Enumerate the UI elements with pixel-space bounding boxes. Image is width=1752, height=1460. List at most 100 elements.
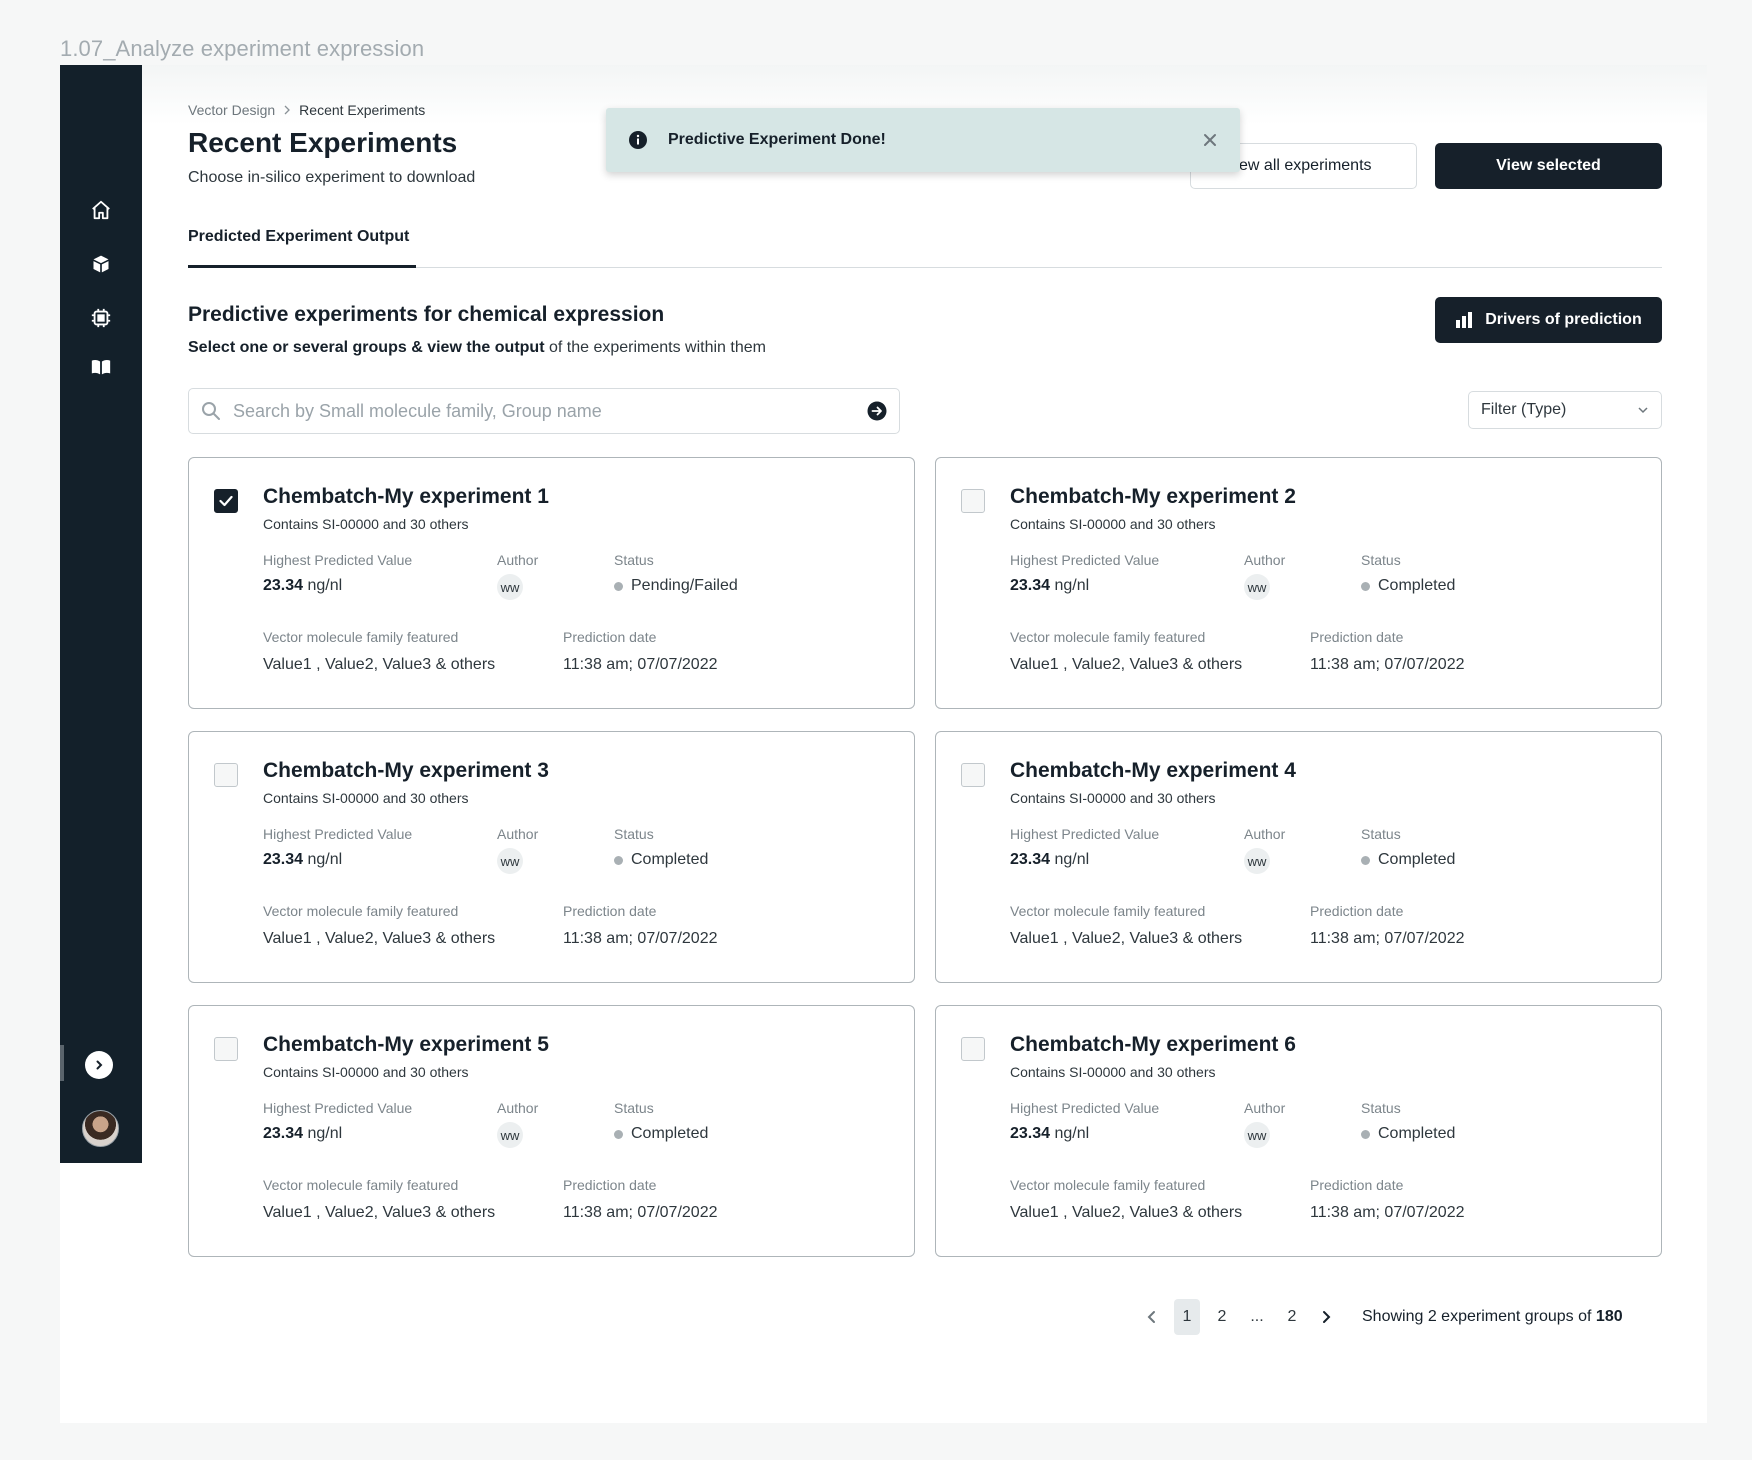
status-label: Status [614,1100,654,1116]
highest-value-label: Highest Predicted Value [263,826,413,842]
prediction-date: 11:38 am; 07/07/2022 [1310,930,1465,947]
highest-value: 23.34 ng/nl [1010,577,1089,595]
bar-chart-icon [1456,312,1473,328]
status-text: Completed [1378,851,1456,868]
family-label: Vector molecule family featured [263,903,459,919]
toast-notification: Predictive Experiment Done! [606,108,1240,172]
highest-value-label: Highest Predicted Value [1010,1100,1160,1116]
status-badge: Pending/Failed [614,577,738,595]
breadcrumb: Vector Design Recent Experiments [188,102,425,118]
close-icon[interactable] [1202,132,1218,148]
cube-icon[interactable] [84,247,118,281]
status-dot [1361,855,1370,865]
prediction-date: 11:38 am; 07/07/2022 [563,930,718,947]
pagination: 1 2 ... 2 Showing 2 experiment groups of… [1140,1299,1623,1335]
status-dot [1361,581,1370,591]
page-ellipsis: ... [1250,1308,1264,1325]
highest-value-unit: ng/nl [303,851,343,868]
drivers-of-prediction-button[interactable]: Drivers of prediction [1435,297,1662,343]
highest-value: 23.34 ng/nl [263,577,342,595]
page-1-button[interactable]: 1 [1174,1299,1200,1335]
card-subtitle: Contains SI-00000 and 30 others [263,516,469,532]
chip-icon[interactable] [84,301,118,335]
sidebar [60,65,142,1163]
experiment-card[interactable]: Chembatch-My experiment 6 Contains SI-000… [935,1005,1662,1257]
page-title: Recent Experiments [188,127,458,158]
highest-value-number: 23.34 [1010,851,1051,868]
experiment-card[interactable]: Chembatch-My experiment 3 Contains SI-000… [188,731,915,983]
status-label: Status [1361,1100,1401,1116]
tab-predicted-experiment-output[interactable]: Predicted Experiment Output [188,223,416,268]
page-last-button[interactable]: 2 [1279,1299,1305,1335]
toast-message: Predictive Experiment Done! [668,131,886,148]
author-label: Author [1244,826,1286,842]
highest-value: 23.34 ng/nl [263,1125,342,1143]
status-label: Status [614,552,654,568]
experiment-card[interactable]: Chembatch-My experiment 4 Contains SI-000… [935,731,1662,983]
highest-value-unit: ng/nl [303,1125,343,1142]
status-label: Status [1361,552,1401,568]
highest-value-unit: ng/nl [1050,1125,1090,1142]
card-checkbox[interactable] [961,489,985,513]
highest-value: 23.34 ng/nl [1010,1125,1089,1143]
card-subtitle: Contains SI-00000 and 30 others [1010,516,1216,532]
experiment-card[interactable]: Chembatch-My experiment 1 Contains SI-000… [188,457,915,709]
status-label: Status [614,826,654,842]
highest-value-label: Highest Predicted Value [1010,826,1160,842]
card-checkbox[interactable] [214,489,238,513]
section-subtitle-bold: Select one or several groups & view the … [188,339,545,356]
pagination-summary: Showing 2 experiment groups of 180 [1362,1308,1623,1326]
family-label: Vector molecule family featured [1010,629,1206,645]
card-checkbox[interactable] [961,763,985,787]
filter-label: Filter (Type) [1481,401,1567,418]
chevron-right-icon [96,1060,103,1070]
section-subtitle-rest: of the experiments within them [544,339,766,356]
family-value: Value1 , Value2, Value3 & others [263,656,496,673]
card-checkbox[interactable] [961,1037,985,1061]
experiment-card[interactable]: Chembatch-My experiment 2 Contains SI-000… [935,457,1662,709]
card-title: Chembatch-My experiment 4 [1010,759,1296,782]
prediction-date: 11:38 am; 07/07/2022 [1310,1204,1465,1221]
prev-page-icon[interactable] [1140,1299,1164,1335]
drivers-of-prediction-label: Drivers of prediction [1485,311,1642,328]
status-badge: Completed [1361,851,1455,869]
filter-type-dropdown[interactable]: Filter (Type) [1468,391,1662,429]
pagination-total: 180 [1595,1308,1623,1325]
highest-value-label: Highest Predicted Value [263,552,413,568]
next-page-icon[interactable] [1314,1299,1338,1335]
status-dot [614,1129,623,1139]
home-icon[interactable] [84,193,118,227]
card-checkbox[interactable] [214,763,238,787]
breadcrumb-chevron-icon [284,105,291,115]
date-label: Prediction date [563,1177,657,1193]
author-badge: ww [497,848,523,874]
status-text: Completed [1378,1125,1456,1142]
expand-marker [60,1045,64,1081]
pagination-summary-text: Showing 2 experiment groups of [1362,1308,1596,1325]
experiment-card[interactable]: Chembatch-My experiment 5 Contains SI-000… [188,1005,915,1257]
avatar[interactable] [82,1110,119,1147]
highest-value-label: Highest Predicted Value [263,1100,413,1116]
page-2-button[interactable]: 2 [1209,1299,1235,1335]
card-subtitle: Contains SI-00000 and 30 others [263,1064,469,1080]
highest-value: 23.34 ng/nl [263,851,342,869]
view-selected-button[interactable]: View selected [1435,143,1662,189]
card-title: Chembatch-My experiment 5 [263,1033,549,1056]
family-label: Vector molecule family featured [1010,903,1206,919]
author-label: Author [497,826,539,842]
arrow-right-circle-icon[interactable] [867,401,887,421]
family-label: Vector molecule family featured [263,629,459,645]
breadcrumb-parent[interactable]: Vector Design [188,102,275,118]
book-icon[interactable] [84,350,118,384]
search-icon [202,402,220,420]
highest-value-label: Highest Predicted Value [1010,552,1160,568]
status-dot [614,855,623,865]
frame-title: 1.07_Analyze experiment expression [60,36,425,61]
card-checkbox[interactable] [214,1037,238,1061]
date-label: Prediction date [563,903,657,919]
search-bar [188,388,900,434]
search-input[interactable] [233,400,867,422]
author-badge: ww [1244,574,1270,600]
author-label: Author [1244,1100,1286,1116]
expand-sidebar-button[interactable] [85,1051,113,1079]
